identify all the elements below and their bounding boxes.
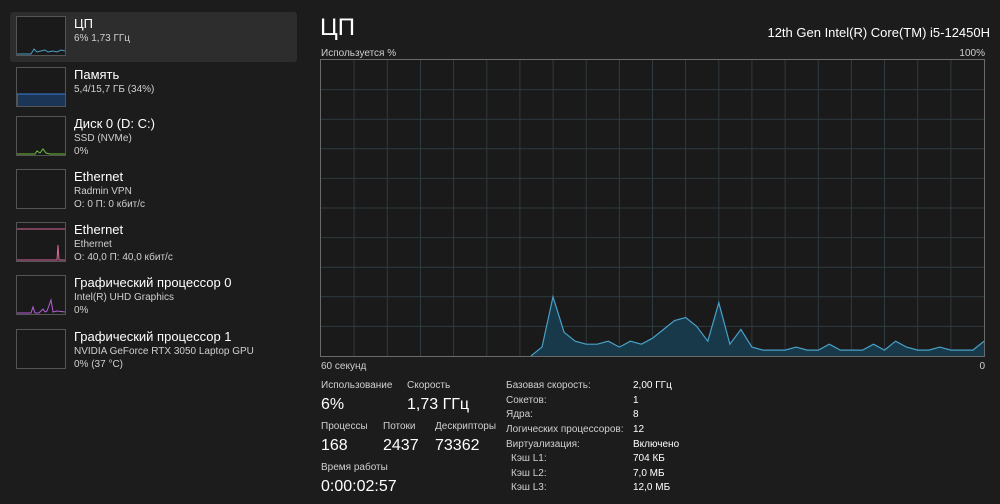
handles-value: 73362 [435,437,480,454]
sidebar-item-name: Графический процессор 1 [74,329,232,344]
graph-y-max-label: 100% [959,48,985,59]
spec-key: Кэш L3: [511,482,547,493]
handles-label: Дескрипторы [435,421,497,432]
graph-x-left-label: 60 секунд [321,361,367,372]
sidebar-item-value: О: 0 П: 0 кбит/с [74,199,146,210]
sidebar-item-value: О: 40,0 П: 40,0 кбит/с [74,252,173,263]
sidebar-item-detail: 6% 1,73 ГГц [74,33,131,44]
cpu-usage-graph [320,59,985,357]
spec-value: 704 КБ [633,453,665,464]
threads-value: 2437 [383,437,419,454]
sidebar-item-name: Графический процессор 0 [74,275,232,290]
spec-key: Кэш L1: [511,453,547,464]
spec-value: 2,00 ГГц [633,380,672,391]
sidebar-item-gpu-0[interactable]: Графический процессор 0 Intel(R) UHD Gra… [10,271,297,321]
processes-value: 168 [321,437,348,454]
speed-label: Скорость [407,380,451,391]
gpu-thumbnail-graph [16,329,66,369]
sidebar-item-name: Память [74,67,120,82]
sidebar-item-detail: Intel(R) UHD Graphics [74,292,175,303]
cpu-detail-panel: ЦП 12th Gen Intel(R) Core(TM) i5-12450H … [305,0,1000,504]
spec-key: Кэш L2: [511,468,547,479]
spec-value: Включено [633,439,680,450]
cpu-thumbnail-graph [16,16,66,56]
page-title: ЦП [320,14,356,41]
sidebar-item-ethernet-radmin[interactable]: Ethernet Radmin VPN О: 0 П: 0 кбит/с [10,165,297,215]
graph-y-label: Используется % [321,48,397,59]
spec-key: Виртуализация: [506,439,580,450]
spec-key: Ядра: [506,409,533,420]
sidebar-item-detail: Ethernet [74,239,112,250]
memory-thumbnail-graph [16,67,66,107]
spec-key: Логических процессоров: [506,424,624,435]
spec-value: 12 [633,424,645,435]
sidebar: ЦП 6% 1,73 ГГц Память 5,4/15,7 ГБ (34%) … [0,0,305,504]
sidebar-item-name: Диск 0 (D: C:) [74,116,155,131]
ethernet-thumbnail-graph [16,169,66,209]
spec-value: 12,0 МБ [633,482,671,493]
sidebar-item-disk-0[interactable]: Диск 0 (D: C:) SSD (NVMe) 0% [10,112,297,162]
sidebar-item-gpu-1[interactable]: Графический процессор 1 NVIDIA GeForce R… [10,325,297,375]
sidebar-item-value: 0% (37 °C) [74,359,124,370]
threads-label: Потоки [383,421,416,432]
speed-value: 1,73 ГГц [407,396,470,413]
sidebar-item-name: Ethernet [74,169,124,184]
sidebar-item-ethernet[interactable]: Ethernet Ethernet О: 40,0 П: 40,0 кбит/с [10,218,297,268]
sidebar-item-detail: SSD (NVMe) [74,133,132,144]
sidebar-item-value: 0% [74,146,89,157]
usage-label: Использование [321,380,393,391]
uptime-value: 0:00:02:57 [321,478,397,495]
disk-thumbnail-graph [16,116,66,156]
sidebar-item-name: ЦП [74,16,93,31]
sidebar-item-detail: Radmin VPN [74,186,132,197]
sidebar-item-detail: NVIDIA GeForce RTX 3050 Laptop GPU [74,346,254,357]
processes-label: Процессы [321,421,368,432]
spec-key: Сокетов: [506,395,547,406]
graph-x-right-label: 0 [979,361,985,372]
ethernet-thumbnail-graph [16,222,66,262]
sidebar-item-detail: 5,4/15,7 ГБ (34%) [74,84,155,95]
sidebar-item-name: Ethernet [74,222,124,237]
cpu-model-name: 12th Gen Intel(R) Core(TM) i5-12450H [767,25,990,40]
sidebar-item-memory[interactable]: Память 5,4/15,7 ГБ (34%) [10,63,297,113]
uptime-label: Время работы [321,462,388,473]
sidebar-item-cpu[interactable]: ЦП 6% 1,73 ГГц [10,12,297,62]
usage-value: 6% [321,396,345,413]
gpu-thumbnail-graph [16,275,66,315]
sidebar-item-value: 0% [74,305,89,316]
spec-value: 8 [633,409,639,420]
spec-key: Базовая скорость: [506,380,591,391]
spec-value: 1 [633,395,639,406]
spec-value: 7,0 МБ [633,468,665,479]
